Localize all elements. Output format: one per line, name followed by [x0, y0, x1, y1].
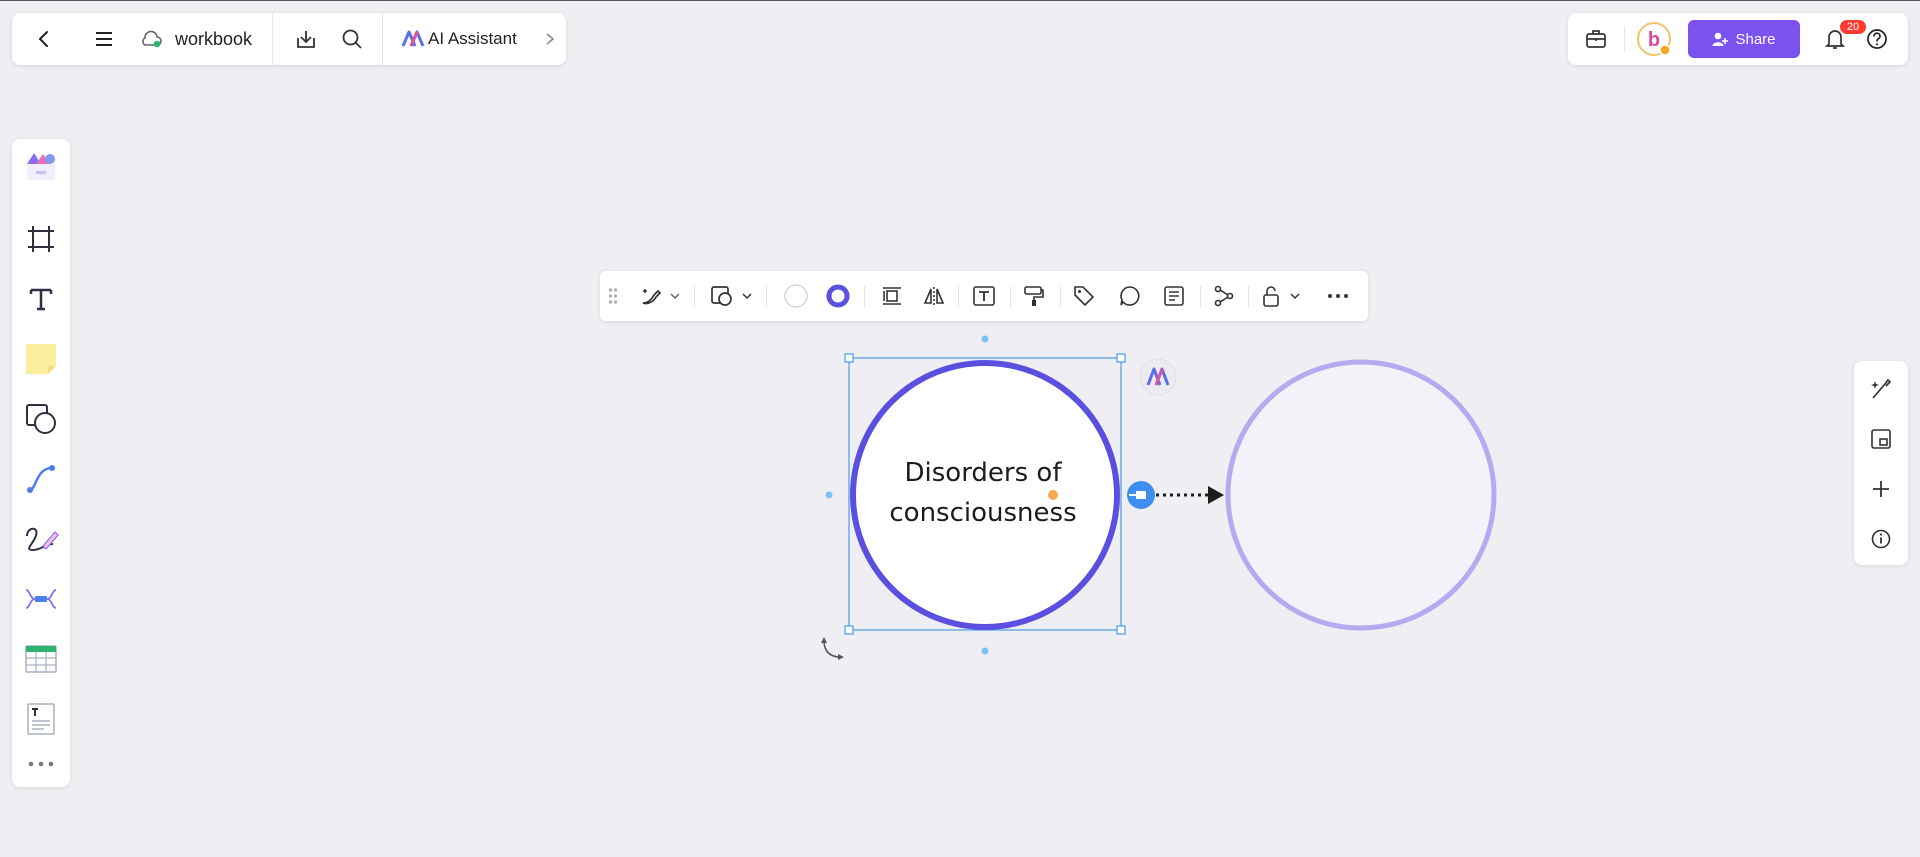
selected-shape-text[interactable]: Disorders of consciousness	[850, 453, 1116, 533]
style-brush-icon[interactable]	[638, 280, 666, 312]
templates-icon[interactable]	[21, 147, 61, 187]
help-icon[interactable]	[1864, 26, 1890, 52]
chevron-down-icon[interactable]	[1288, 280, 1302, 312]
ai-magic-wand-icon[interactable]	[1861, 369, 1901, 409]
connector-arrowhead	[1208, 486, 1224, 504]
align-icon[interactable]	[876, 280, 908, 312]
top-right-toolbar: b Share 20	[1568, 13, 1908, 65]
add-user-icon	[1712, 31, 1729, 47]
resize-handle-top-left[interactable]	[844, 353, 854, 363]
minimap-icon[interactable]	[1861, 419, 1901, 459]
zoom-in-icon[interactable]	[1861, 469, 1901, 509]
divider	[1624, 27, 1625, 51]
more-options-icon[interactable]	[1322, 280, 1354, 312]
ai-quick-action-icon[interactable]	[1139, 358, 1177, 396]
text-tool-icon[interactable]	[21, 279, 61, 319]
document-title[interactable]: workbook	[175, 13, 252, 65]
left-tool-panel	[12, 139, 70, 787]
chevron-down-icon[interactable]	[668, 280, 682, 312]
shape-text-line-2: consciousness	[889, 498, 1077, 528]
mind-map-tool-icon[interactable]	[21, 579, 61, 619]
format-painter-icon[interactable]	[1018, 280, 1050, 312]
divider	[1248, 286, 1249, 308]
lock-icon[interactable]	[1258, 280, 1286, 312]
flip-icon[interactable]	[918, 280, 950, 312]
canvas-shapes-layer	[821, 335, 1497, 660]
text-format-icon[interactable]	[968, 280, 1000, 312]
border-color-icon[interactable]	[822, 280, 854, 312]
connect-dot-top[interactable]	[981, 335, 989, 343]
document-tool-icon[interactable]	[21, 699, 61, 739]
connection-points-icon[interactable]	[1208, 280, 1240, 312]
pen-tool-icon[interactable]	[21, 519, 61, 559]
divider	[272, 13, 273, 65]
ai-assistant-logo-icon	[400, 13, 426, 65]
cloud-saved-icon	[138, 13, 164, 65]
resize-handle-top-right[interactable]	[1116, 353, 1126, 363]
divider	[1200, 286, 1201, 308]
frame-tool-icon[interactable]	[21, 219, 61, 259]
connect-dot-bottom[interactable]	[981, 647, 989, 655]
preview-circle-shape[interactable]	[1225, 359, 1497, 631]
table-tool-icon[interactable]	[21, 639, 61, 679]
share-button[interactable]: Share	[1688, 20, 1800, 58]
divider	[864, 286, 865, 308]
chevron-down-icon[interactable]	[740, 280, 754, 312]
divider	[1010, 286, 1011, 308]
avatar[interactable]: b	[1636, 21, 1672, 57]
divider	[382, 13, 383, 65]
right-tool-panel	[1854, 361, 1908, 565]
resize-handle-bottom-right[interactable]	[1116, 625, 1126, 635]
download-icon[interactable]	[288, 13, 324, 65]
divider	[766, 286, 767, 308]
menu-icon[interactable]	[86, 13, 122, 65]
toolbox-icon[interactable]	[1582, 25, 1610, 53]
info-icon[interactable]	[1861, 519, 1901, 559]
connector-tool-icon[interactable]	[21, 459, 61, 499]
comment-icon[interactable]	[1114, 280, 1146, 312]
search-icon[interactable]	[334, 13, 370, 65]
notification-count-badge: 20	[1840, 20, 1866, 34]
back-icon[interactable]	[26, 13, 62, 65]
divider	[1060, 286, 1061, 308]
whiteboard-canvas[interactable]: Disorders of consciousness	[0, 1, 1920, 857]
divider	[694, 286, 695, 308]
avatar-letter: b	[1648, 29, 1660, 51]
sticky-note-icon[interactable]	[21, 339, 61, 379]
shape-context-toolbar	[600, 271, 1368, 321]
shape-type-icon[interactable]	[708, 280, 736, 312]
more-tools-icon[interactable]	[21, 749, 61, 779]
ai-assistant-button[interactable]: AI Assistant	[428, 13, 517, 65]
share-label: Share	[1735, 30, 1776, 48]
chevron-right-icon[interactable]	[542, 13, 558, 65]
rotate-icon[interactable]	[821, 637, 844, 660]
divider	[958, 286, 959, 308]
note-icon[interactable]	[1158, 280, 1190, 312]
tag-icon[interactable]	[1068, 280, 1100, 312]
resize-handle-bottom-left[interactable]	[844, 625, 854, 635]
connector-start-handle-square	[1136, 491, 1146, 499]
drag-handle-icon[interactable]	[604, 280, 622, 312]
top-left-toolbar: workbook AI Assistant	[12, 13, 566, 65]
fill-color-icon[interactable]	[780, 280, 812, 312]
shapes-tool-icon[interactable]	[21, 399, 61, 439]
shape-text-line-1: Disorders of	[904, 458, 1062, 488]
connect-dot-left[interactable]	[825, 491, 833, 499]
